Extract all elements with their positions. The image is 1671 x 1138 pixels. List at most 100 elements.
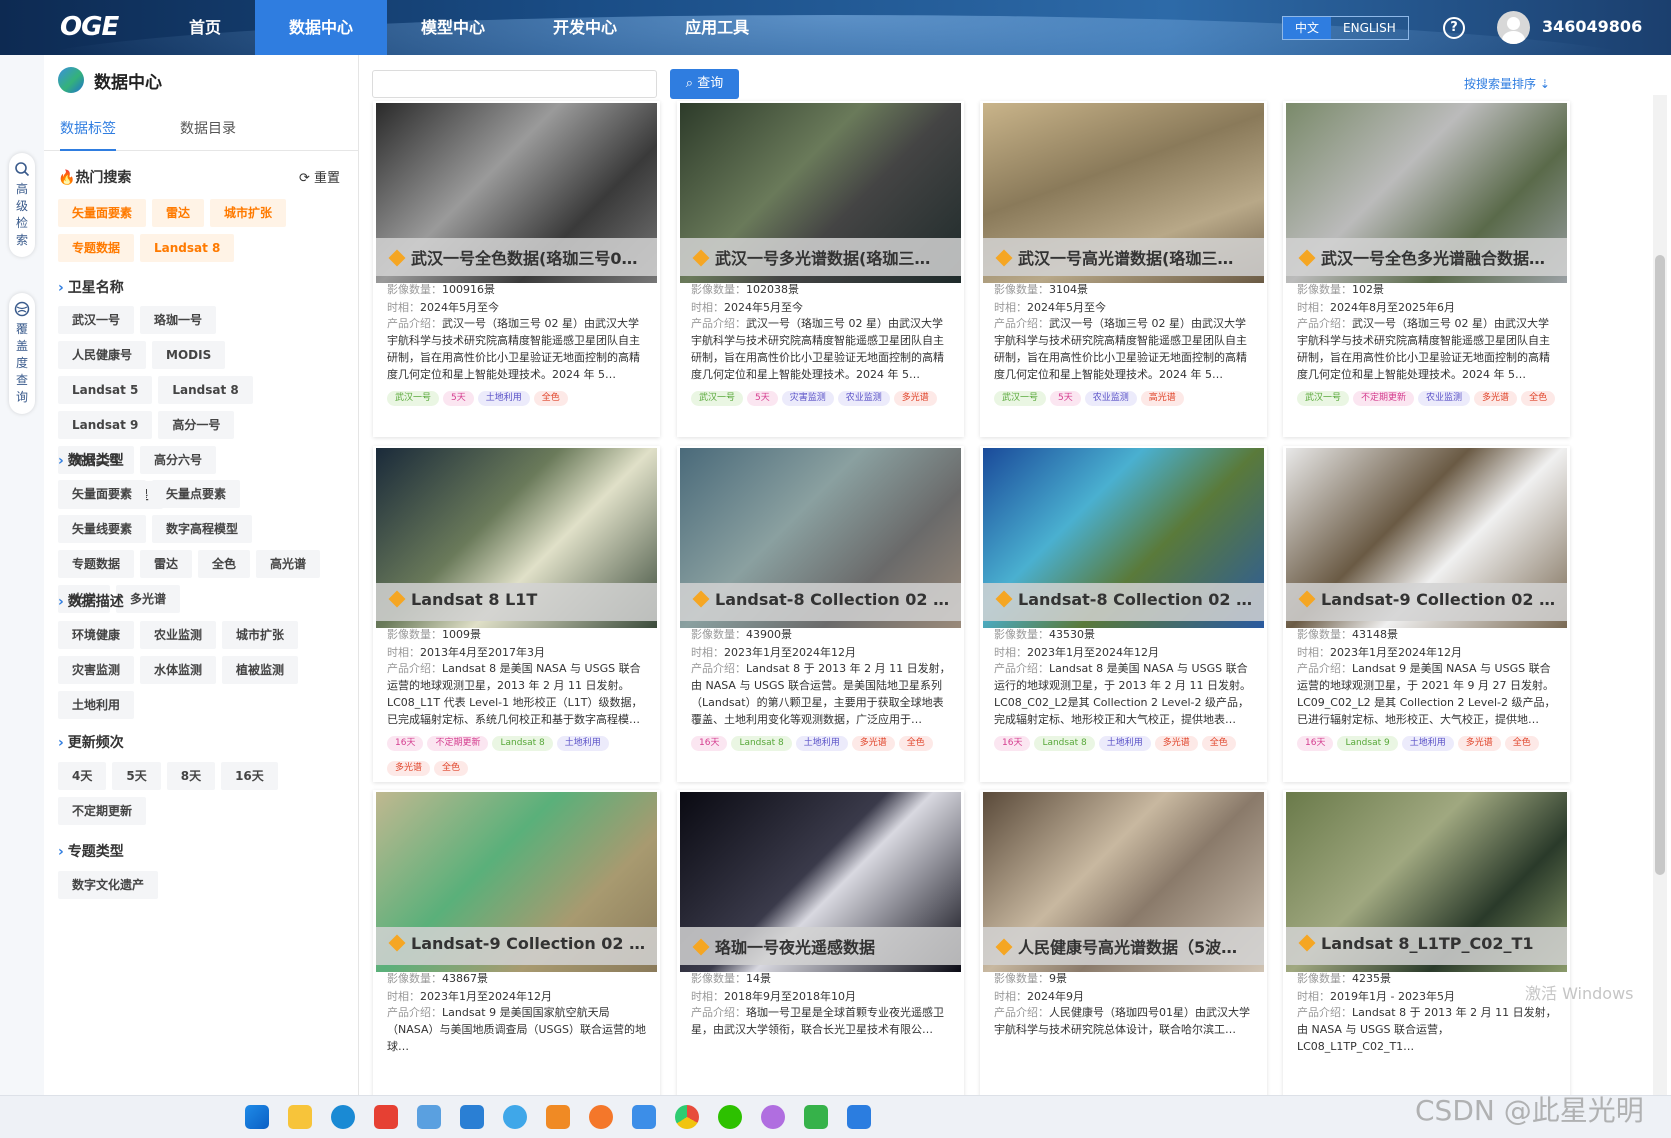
card-tag[interactable]: 灾害监测 — [781, 391, 834, 406]
filter-chip[interactable]: 雷达 — [140, 550, 193, 578]
sort-by-search-count[interactable]: 按搜索量排序 ⇣ — [1464, 75, 1550, 92]
card-tag[interactable]: 武汉一号 — [1297, 391, 1350, 406]
nav-app-tools[interactable]: 应用工具 — [651, 0, 783, 55]
card-tag[interactable]: 全色 — [1201, 736, 1236, 751]
file-explorer-icon[interactable] — [288, 1105, 312, 1129]
card-tag[interactable]: 不定期更新 — [427, 736, 489, 751]
lang-en-button[interactable]: ENGLISH — [1331, 17, 1408, 39]
search-input[interactable] — [372, 70, 657, 98]
nav-data-center[interactable]: 数据中心 — [255, 0, 388, 55]
card-tag[interactable]: Landsat 8 — [731, 736, 792, 751]
nav-dev-center[interactable]: 开发中心 — [519, 0, 651, 55]
reset-button[interactable]: ⟳ 重置 — [299, 167, 340, 186]
filter-chip[interactable]: 环境健康 — [58, 621, 135, 649]
card-tag[interactable]: 全色 — [1521, 391, 1556, 406]
card-tag[interactable]: 武汉一号 — [387, 391, 440, 406]
chrome-icon[interactable] — [675, 1105, 699, 1129]
filter-chip[interactable]: 矢量面要素 — [58, 480, 147, 508]
card-tag[interactable]: 多光谱 — [1474, 391, 1518, 406]
filter-chip[interactable]: Landsat 9 — [58, 411, 153, 439]
card-tag[interactable]: 全色 — [1504, 736, 1539, 751]
card-tag[interactable]: 16天 — [387, 736, 424, 751]
card-title[interactable]: Landsat 8_L1TP_C02_T1 — [1297, 934, 1562, 953]
dataset-card[interactable]: 武汉一号全色多光谱融合数据… 影像数量：102景 时相：2024年8月至2025… — [1283, 101, 1570, 437]
dataset-card[interactable]: 武汉一号高光谱数据(珞珈三… 影像数量：3104景 时相：2024年5月至今 产… — [980, 101, 1267, 437]
card-tag[interactable]: 土地利用 — [477, 391, 530, 406]
app-icon[interactable] — [503, 1105, 527, 1129]
dataset-card[interactable]: 武汉一号全色数据(珞珈三号0… 影像数量：100916景 时相：2024年5月至… — [373, 101, 660, 437]
card-title[interactable]: Landsat-9 Collection 02 SR — [1297, 590, 1562, 609]
nav-home[interactable]: 首页 — [155, 0, 255, 55]
card-tag[interactable]: Landsat 8 — [1034, 736, 1095, 751]
card-tag[interactable]: 全色 — [898, 736, 933, 751]
card-tag[interactable]: 多光谱 — [851, 736, 895, 751]
card-title[interactable]: Landsat-8 Collection 02 Raw — [691, 590, 956, 609]
card-tag[interactable]: 多光谱 — [1154, 736, 1198, 751]
filter-chip[interactable]: 高分六号 — [140, 446, 217, 474]
card-title[interactable]: Landsat-8 Collection 02 SR — [994, 590, 1259, 609]
card-tag[interactable]: 土地利用 — [1401, 736, 1454, 751]
filter-chip[interactable]: 武汉一号 — [58, 306, 135, 334]
wps-icon[interactable] — [374, 1105, 398, 1129]
card-tag[interactable]: 土地利用 — [556, 736, 609, 751]
card-tag[interactable]: 农业监测 — [1084, 391, 1137, 406]
advanced-search-button[interactable]: 高级检索 — [9, 153, 35, 257]
dataset-card[interactable]: Landsat 8 L1T 影像数量：1009景 时相：2013年4月至2017… — [373, 446, 660, 782]
card-title[interactable]: 人民健康号高光谱数据（5波… — [994, 934, 1259, 958]
dataset-card[interactable]: Landsat 8_L1TP_C02_T1 影像数量：4235景 时相：2019… — [1283, 790, 1570, 1126]
filter-chip[interactable]: 16天 — [221, 762, 278, 790]
filter-chip[interactable]: 珞珈一号 — [140, 306, 217, 334]
filter-chip[interactable]: 数字高程模型 — [152, 515, 253, 543]
filter-chip[interactable]: 人民健康号 — [58, 341, 147, 369]
oge-logo[interactable]: OGE — [60, 12, 119, 42]
card-tag[interactable]: 农业监测 — [1418, 391, 1471, 406]
filter-chip[interactable]: 农业监测 — [140, 621, 217, 649]
vlc-icon[interactable] — [546, 1105, 570, 1129]
app-icon[interactable] — [589, 1105, 613, 1129]
scrollbar[interactable] — [1653, 95, 1667, 1095]
lang-zh-button[interactable]: 中文 — [1283, 17, 1332, 39]
edge-browser-icon[interactable] — [331, 1105, 355, 1129]
help-icon[interactable]: ? — [1443, 17, 1465, 39]
start-icon[interactable] — [245, 1105, 269, 1129]
card-tag[interactable]: 5天 — [747, 391, 778, 406]
dataset-card[interactable]: Landsat-9 Collection 02 SR 影像数量：43148景 时… — [1283, 446, 1570, 782]
card-tag[interactable]: 全色 — [533, 391, 568, 406]
filter-chip[interactable]: 不定期更新 — [58, 797, 147, 825]
filter-chip[interactable]: 专题数据 — [58, 550, 135, 578]
card-tag[interactable]: 不定期更新 — [1353, 391, 1415, 406]
dataset-card[interactable]: 武汉一号多光谱数据(珞珈三… 影像数量：102038景 时相：2024年5月至今… — [677, 101, 964, 437]
nav-model-center[interactable]: 模型中心 — [387, 0, 519, 55]
dataset-card[interactable]: 人民健康号高光谱数据（5波… 影像数量：9景 时相：2024年9月 产品介绍：人… — [980, 790, 1267, 1126]
hot-chip[interactable]: 矢量面要素 — [58, 199, 147, 227]
filter-chip[interactable]: 高光谱 — [256, 550, 321, 578]
coverage-query-button[interactable]: 覆盖度查询 — [9, 293, 35, 414]
filter-chip[interactable]: 多光谱 — [116, 585, 181, 613]
card-tag[interactable]: 16天 — [691, 736, 728, 751]
filter-chip[interactable]: MODIS — [152, 341, 226, 369]
avatar[interactable] — [1497, 11, 1530, 44]
card-tag[interactable]: 16天 — [1297, 736, 1334, 751]
app-icon[interactable] — [761, 1105, 785, 1129]
card-title[interactable]: Landsat-9 Collection 02 Raw — [387, 934, 652, 953]
card-title[interactable]: Landsat 8 L1T — [387, 590, 652, 609]
filter-chip[interactable]: 矢量线要素 — [58, 515, 147, 543]
filter-chip[interactable]: Landsat 5 — [58, 376, 153, 404]
hot-chip[interactable]: 专题数据 — [58, 234, 135, 262]
filter-chip[interactable]: 城市扩张 — [222, 621, 299, 649]
card-title[interactable]: 珞珈一号夜光遥感数据 — [691, 934, 956, 958]
tab-data-tags[interactable]: 数据标签 — [60, 115, 116, 151]
dataset-card[interactable]: Landsat-9 Collection 02 Raw 影像数量：43867景 … — [373, 790, 660, 1126]
card-tag[interactable]: Landsat 9 — [1337, 736, 1398, 751]
wechat-icon[interactable] — [718, 1105, 742, 1129]
scrollbar-thumb[interactable] — [1655, 255, 1665, 875]
dataset-card[interactable]: Landsat-8 Collection 02 SR 影像数量：43530景 时… — [980, 446, 1267, 782]
filter-chip[interactable]: 全色 — [198, 550, 251, 578]
filter-chip[interactable]: 矢量点要素 — [152, 480, 241, 508]
filter-chip[interactable]: 植被监测 — [222, 656, 299, 684]
card-tag[interactable]: 5天 — [1050, 391, 1081, 406]
app-icon[interactable] — [632, 1105, 656, 1129]
card-tag[interactable]: 多光谱 — [387, 761, 431, 776]
filter-chip[interactable]: Landsat 8 — [158, 376, 253, 404]
card-tag[interactable]: 多光谱 — [1457, 736, 1501, 751]
